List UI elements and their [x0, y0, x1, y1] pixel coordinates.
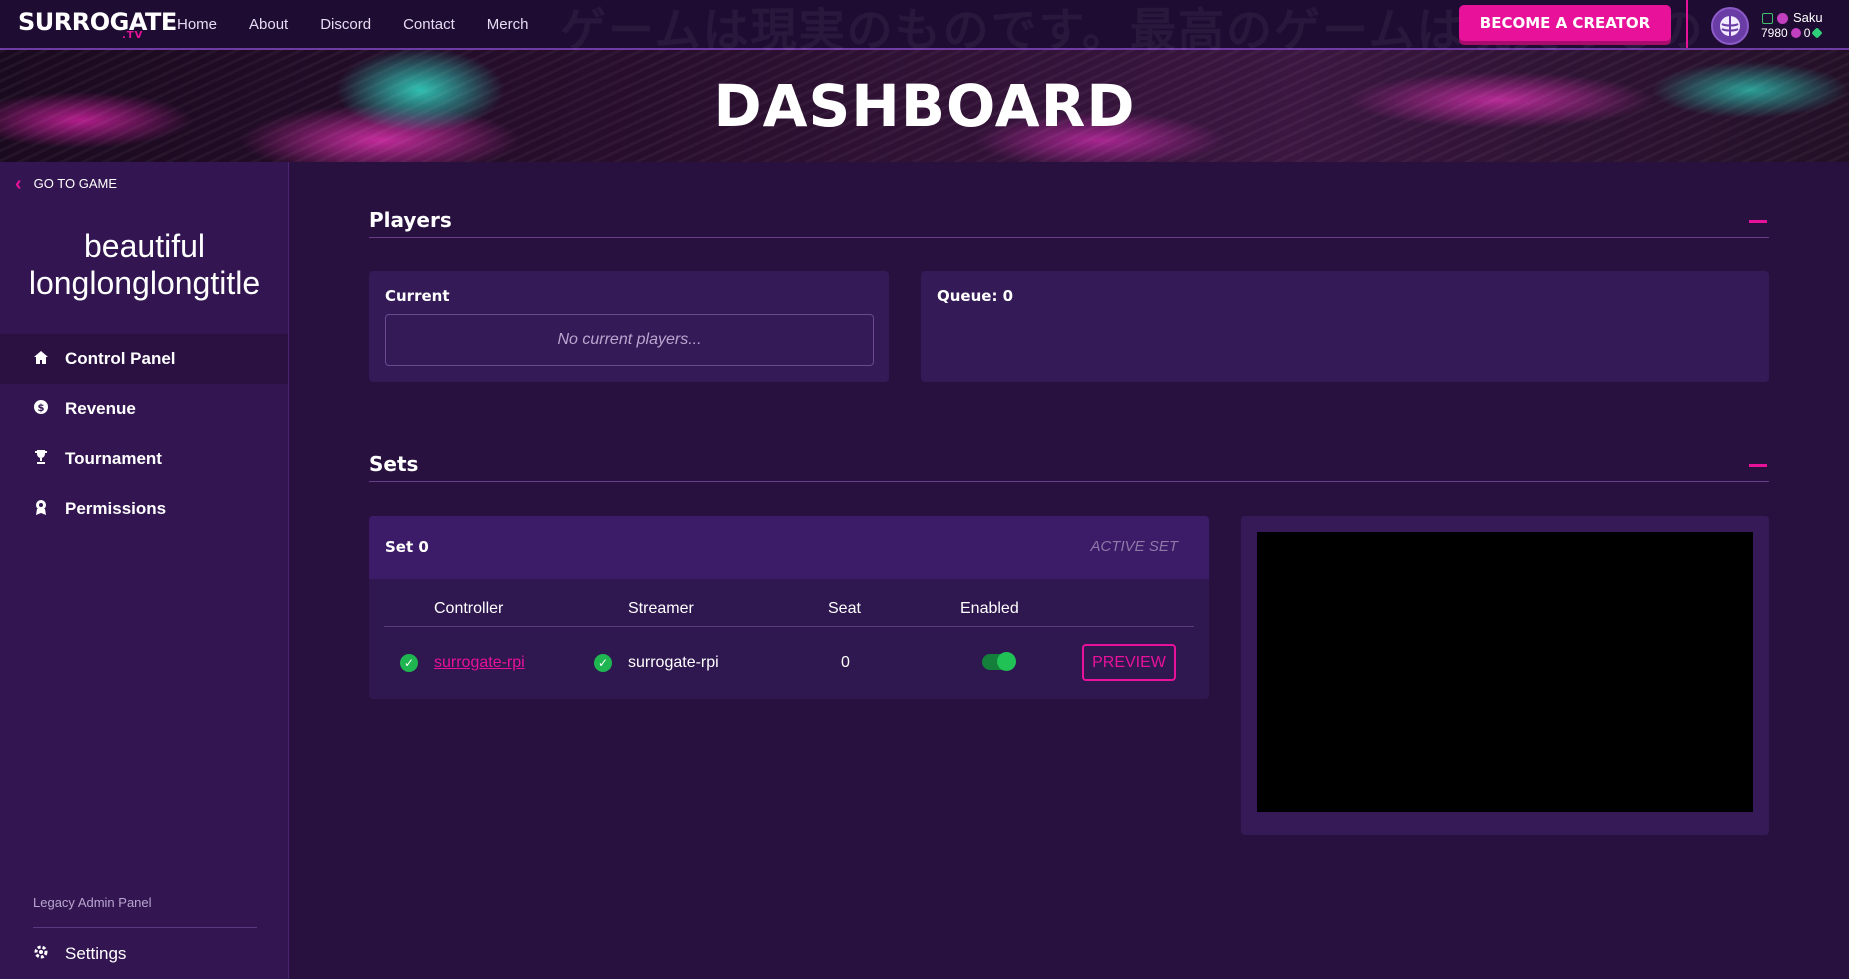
- dashboard-banner: DASHBOARD: [0, 50, 1849, 162]
- avatar[interactable]: [1711, 7, 1749, 45]
- sidebar-item-label: Tournament: [65, 449, 162, 468]
- sidebar-divider: [33, 927, 257, 928]
- points-value: 7980: [1761, 26, 1788, 40]
- page-title: DASHBOARD: [713, 72, 1136, 140]
- level-icon: [1762, 13, 1773, 24]
- queue-card: Queue: 0: [921, 271, 1769, 382]
- legacy-admin-link[interactable]: Legacy Admin Panel: [33, 895, 152, 910]
- settings-label: Settings: [65, 944, 127, 963]
- streamer-name: surrogate-rpi: [628, 654, 719, 671]
- settings-link[interactable]: Settings: [32, 944, 126, 964]
- current-players-card: Current No current players...: [369, 271, 889, 382]
- column-header-seat: Seat: [828, 600, 861, 617]
- active-set-label: ACTIVE SET: [1090, 538, 1178, 555]
- gear-icon: [32, 944, 50, 964]
- game-title: beautiful longlonglongtitle: [28, 228, 261, 301]
- sets-title: Sets: [369, 452, 419, 476]
- site-logo-suffix: .TV: [122, 30, 144, 41]
- sets-section-header: Sets: [369, 452, 1769, 482]
- trophy-icon: [32, 449, 50, 469]
- set-name: Set 0: [385, 538, 429, 556]
- svg-text:$: $: [38, 403, 45, 414]
- sidebar-item-control-panel[interactable]: Control Panel: [0, 334, 288, 384]
- site-logo[interactable]: SURROGATE: [18, 10, 177, 34]
- gem-icon: [1777, 13, 1788, 24]
- coin-icon: [1790, 28, 1801, 38]
- top-navbar: ゲームは現実のものです。最高のゲームは現実のもの SURROGATE .TV H…: [0, 0, 1849, 57]
- column-header-controller: Controller: [434, 600, 504, 617]
- sidebar-menu: Control Panel $ Revenue Tournament Permi…: [0, 334, 288, 534]
- enabled-toggle[interactable]: [982, 652, 1016, 671]
- preview-button[interactable]: PREVIEW: [1082, 644, 1176, 681]
- become-creator-button[interactable]: BECOME A CREATOR: [1459, 5, 1671, 41]
- stream-preview-video[interactable]: [1257, 532, 1753, 812]
- dollar-icon: $: [32, 399, 50, 419]
- table-header-divider: [384, 626, 1194, 627]
- sidebar: ‹ GO TO GAME beautiful longlonglongtitle…: [0, 162, 289, 979]
- players-title: Players: [369, 208, 452, 232]
- main-nav: Home About Discord Contact Merch: [177, 0, 528, 48]
- badge-icon: [32, 499, 50, 519]
- home-icon: [32, 350, 50, 369]
- sidebar-item-label: Revenue: [65, 399, 136, 418]
- controller-link[interactable]: surrogate-rpi: [434, 654, 525, 672]
- gems-value: 0: [1803, 26, 1811, 40]
- set-card: Set 0 ACTIVE SET Controller Streamer Sea…: [369, 516, 1209, 699]
- nav-link-home[interactable]: Home: [177, 16, 217, 33]
- no-players-box: No current players...: [385, 314, 874, 366]
- nav-link-contact[interactable]: Contact: [403, 16, 455, 33]
- collapse-players-button[interactable]: [1749, 220, 1767, 223]
- sidebar-item-tournament[interactable]: Tournament: [0, 434, 288, 484]
- controller-status-check-icon: ✓: [400, 654, 418, 672]
- column-header-streamer: Streamer: [628, 600, 694, 617]
- sidebar-item-permissions[interactable]: Permissions: [0, 484, 288, 534]
- column-header-enabled: Enabled: [960, 600, 1019, 617]
- nav-link-discord[interactable]: Discord: [320, 16, 371, 33]
- toggle-knob: [997, 652, 1016, 671]
- sidebar-item-label: Permissions: [65, 499, 167, 518]
- sidebar-item-label: Control Panel: [65, 349, 176, 368]
- controller-link-text[interactable]: surrogate-rpi: [434, 654, 525, 671]
- streamer-status-check-icon: ✓: [594, 654, 612, 672]
- header-divider: [1686, 0, 1688, 48]
- go-to-game-label: GO TO GAME: [33, 176, 117, 191]
- chevron-left-icon: ‹: [15, 172, 22, 195]
- set-header: Set 0 ACTIVE SET: [369, 516, 1209, 579]
- seat-value: 0: [841, 654, 850, 671]
- go-to-game-link[interactable]: ‹ GO TO GAME: [15, 172, 117, 195]
- sidebar-item-revenue[interactable]: $ Revenue: [0, 384, 288, 434]
- queue-label: Queue: 0: [937, 287, 1014, 305]
- collapse-sets-button[interactable]: [1749, 464, 1767, 467]
- nav-link-merch[interactable]: Merch: [487, 16, 529, 33]
- diamond-icon: [1811, 27, 1824, 39]
- stream-preview-card: [1241, 516, 1769, 835]
- globe-avatar-icon: [1720, 16, 1740, 36]
- user-name[interactable]: Saku: [1793, 10, 1823, 25]
- players-section-header: Players: [369, 208, 1769, 238]
- user-stats: 7980 0: [1761, 26, 1824, 40]
- nav-link-about[interactable]: About: [249, 16, 288, 33]
- current-label: Current: [385, 287, 450, 305]
